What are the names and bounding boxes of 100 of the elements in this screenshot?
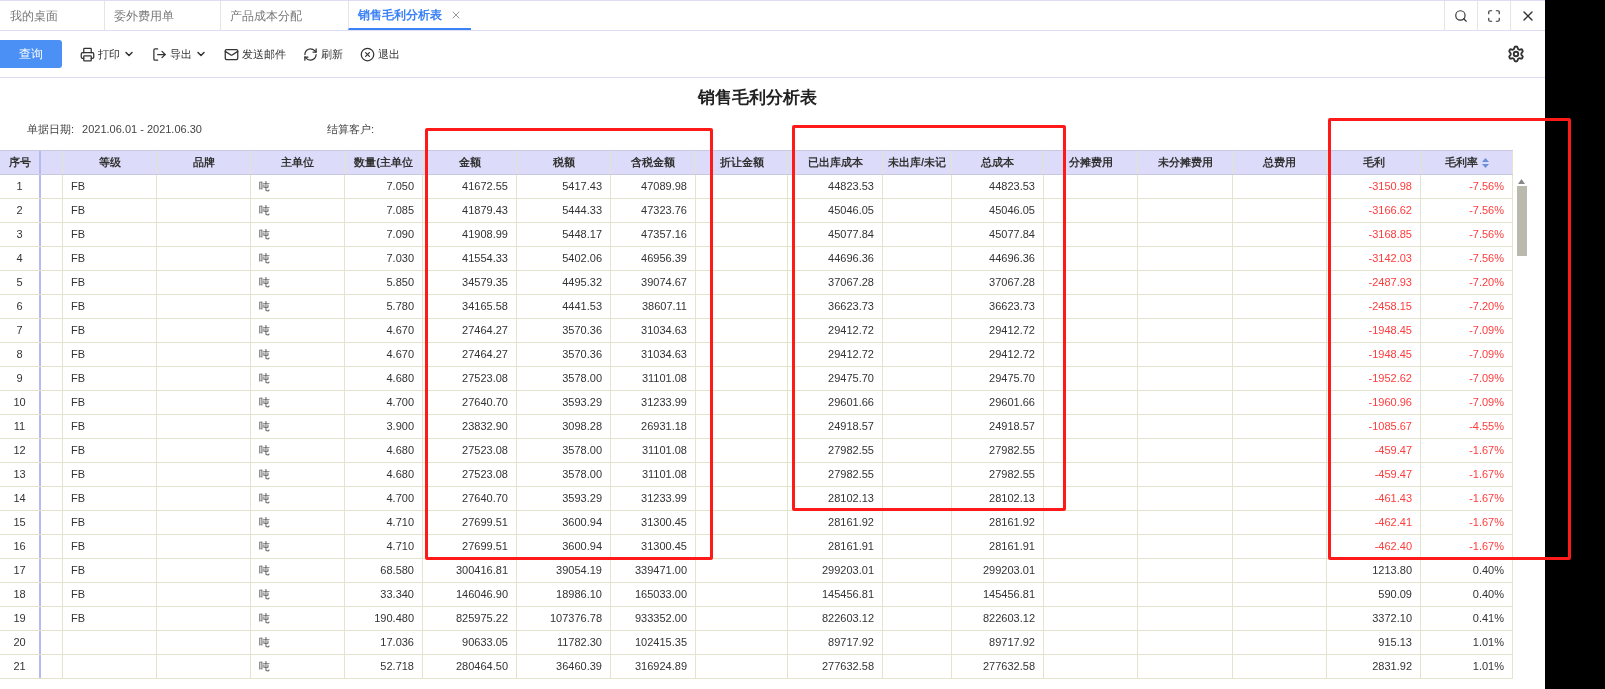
column-header[interactable]: 已出库成本 bbox=[788, 151, 883, 174]
table-cell-text: -1948.45 bbox=[1368, 347, 1412, 363]
table-cell-text: 1.01% bbox=[1472, 659, 1504, 675]
table-cell-text: -4.55% bbox=[1469, 419, 1504, 435]
table-cell-text: 24918.57 bbox=[989, 419, 1035, 435]
table-cell-text: 0.40% bbox=[1472, 587, 1504, 603]
table-cell-text: 10 bbox=[13, 395, 26, 411]
sort-icon[interactable] bbox=[1481, 157, 1489, 168]
table-cell-text: 29475.70 bbox=[989, 371, 1035, 387]
table-cell-text: 102415.35 bbox=[635, 635, 687, 651]
column-header[interactable]: 品牌 bbox=[157, 151, 251, 174]
table-cell-text: 18986.10 bbox=[556, 587, 602, 603]
table-cell-text: 1 bbox=[16, 179, 23, 195]
table-cell-text: 45077.84 bbox=[828, 227, 874, 243]
table-cell-text: 7.090 bbox=[386, 227, 414, 243]
table-cell-text: FB bbox=[71, 251, 86, 267]
tab[interactable]: 销售毛利分析表 bbox=[348, 1, 471, 30]
table-cell-text: 277632.58 bbox=[822, 659, 874, 675]
scrollbar-thumb[interactable] bbox=[1516, 186, 1527, 256]
column-header[interactable]: 分摊费用 bbox=[1044, 151, 1138, 174]
toolbar-button[interactable]: 退出 bbox=[360, 45, 400, 63]
toolbar-button[interactable]: 刷新 bbox=[303, 45, 343, 63]
table-cell-text: 822603.12 bbox=[822, 611, 874, 627]
table-cell-text: 39054.19 bbox=[556, 563, 602, 579]
column-header[interactable]: 总成本 bbox=[952, 151, 1044, 174]
table-cell-text: 31101.08 bbox=[641, 371, 687, 387]
column-header[interactable]: 金额 bbox=[423, 151, 517, 174]
table-cell-text: 31034.63 bbox=[641, 323, 687, 339]
column-header[interactable]: 含税金额 bbox=[611, 151, 696, 174]
fullscreen-icon[interactable] bbox=[1487, 8, 1501, 23]
table-cell-text: 316924.89 bbox=[635, 659, 687, 675]
table-cell-text: 27523.08 bbox=[462, 467, 508, 483]
table-cell-text: 4 bbox=[16, 251, 23, 267]
column-header[interactable]: 总费用 bbox=[1233, 151, 1327, 174]
table-cell-text: 27640.70 bbox=[462, 395, 508, 411]
table-cell-text: -462.40 bbox=[1374, 539, 1412, 555]
table-cell-text: 5448.17 bbox=[562, 227, 602, 243]
column-header[interactable]: 折让金额 bbox=[696, 151, 788, 174]
table-cell-text: 44696.36 bbox=[828, 251, 874, 267]
table-cell-text: 28161.92 bbox=[989, 515, 1035, 531]
search-icon[interactable] bbox=[1454, 8, 1468, 23]
toolbar-button[interactable]: 导出 bbox=[152, 45, 207, 63]
table-cell-text: 299203.01 bbox=[983, 563, 1035, 579]
table-cell-text: 89717.92 bbox=[989, 635, 1035, 651]
refresh-icon bbox=[303, 46, 318, 62]
table-cell-text: -7.56% bbox=[1469, 251, 1504, 267]
table-cell-text: 吨 bbox=[259, 251, 270, 267]
table-cell-text: 29475.70 bbox=[828, 371, 874, 387]
table-cell-text: 46956.39 bbox=[641, 251, 687, 267]
table-cell-text: 47323.76 bbox=[641, 203, 687, 219]
column-header[interactable]: 未分摊费用 bbox=[1138, 151, 1233, 174]
table-cell-text: 33.340 bbox=[380, 587, 414, 603]
column-header[interactable]: 毛利 bbox=[1327, 151, 1421, 174]
table-cell-text: 3098.28 bbox=[562, 419, 602, 435]
column-header[interactable]: 主单位 bbox=[251, 151, 345, 174]
column-header[interactable]: 未出库/未记 bbox=[883, 151, 952, 174]
table-cell-text: -2487.93 bbox=[1368, 275, 1412, 291]
table-cell-text: 13 bbox=[13, 467, 26, 483]
table-cell-text: 31034.63 bbox=[641, 347, 687, 363]
table-cell-text: 吨 bbox=[259, 203, 270, 219]
table-cell-text: 45077.84 bbox=[989, 227, 1035, 243]
column-header[interactable]: 毛利率 bbox=[1421, 151, 1513, 174]
table-cell-text: 28102.13 bbox=[828, 491, 874, 507]
table-cell-text: 44696.36 bbox=[989, 251, 1035, 267]
column-header[interactable]: 数量(主单位 bbox=[345, 151, 423, 174]
table-cell-text: FB bbox=[71, 227, 86, 243]
table-cell-text: -7.20% bbox=[1469, 275, 1504, 291]
table-cell-text: -1.67% bbox=[1469, 515, 1504, 531]
table-cell-text: 27982.55 bbox=[828, 467, 874, 483]
settings-icon[interactable] bbox=[1507, 45, 1525, 63]
table-cell-text: -3142.03 bbox=[1368, 251, 1412, 267]
table-cell-text: 36460.39 bbox=[556, 659, 602, 675]
table-cell-text: 280464.50 bbox=[456, 659, 508, 675]
column-header[interactable]: 税额 bbox=[517, 151, 611, 174]
tab[interactable]: 产品成本分配 bbox=[220, 1, 347, 30]
table-cell-text: 吨 bbox=[259, 539, 270, 555]
scroll-up-icon[interactable] bbox=[1518, 179, 1525, 184]
table-cell-text: -7.09% bbox=[1469, 395, 1504, 411]
table-cell-text: 吨 bbox=[259, 299, 270, 315]
toolbar-button[interactable]: 打印 bbox=[80, 45, 135, 63]
table-cell-text: 41554.33 bbox=[462, 251, 508, 267]
filter-label: 结算客户: bbox=[327, 121, 375, 137]
table-cell-text: 1213.80 bbox=[1372, 563, 1412, 579]
table-cell-text: 5444.33 bbox=[562, 203, 602, 219]
table-cell-text: 822603.12 bbox=[983, 611, 1035, 627]
table-cell-text: 41672.55 bbox=[462, 179, 508, 195]
table-cell-text: -462.41 bbox=[1374, 515, 1412, 531]
column-header[interactable]: 序号 bbox=[0, 151, 41, 174]
table-cell-text: FB bbox=[71, 467, 86, 483]
table-cell-text: FB bbox=[71, 371, 86, 387]
table-cell-text: 27982.55 bbox=[989, 443, 1035, 459]
column-header[interactable]: 等级 bbox=[63, 151, 157, 174]
table-cell-text: 23832.90 bbox=[462, 419, 508, 435]
table-cell-text: 5.850 bbox=[386, 275, 414, 291]
tab[interactable]: 我的桌面 bbox=[1, 1, 103, 30]
tab[interactable]: 委外费用单 bbox=[104, 1, 219, 30]
table-cell-text: 44823.53 bbox=[828, 179, 874, 195]
table-cell-text: -1.67% bbox=[1469, 467, 1504, 483]
toolbar-button[interactable]: 发送邮件 bbox=[224, 45, 286, 63]
table-cell-text: 3372.10 bbox=[1372, 611, 1412, 627]
